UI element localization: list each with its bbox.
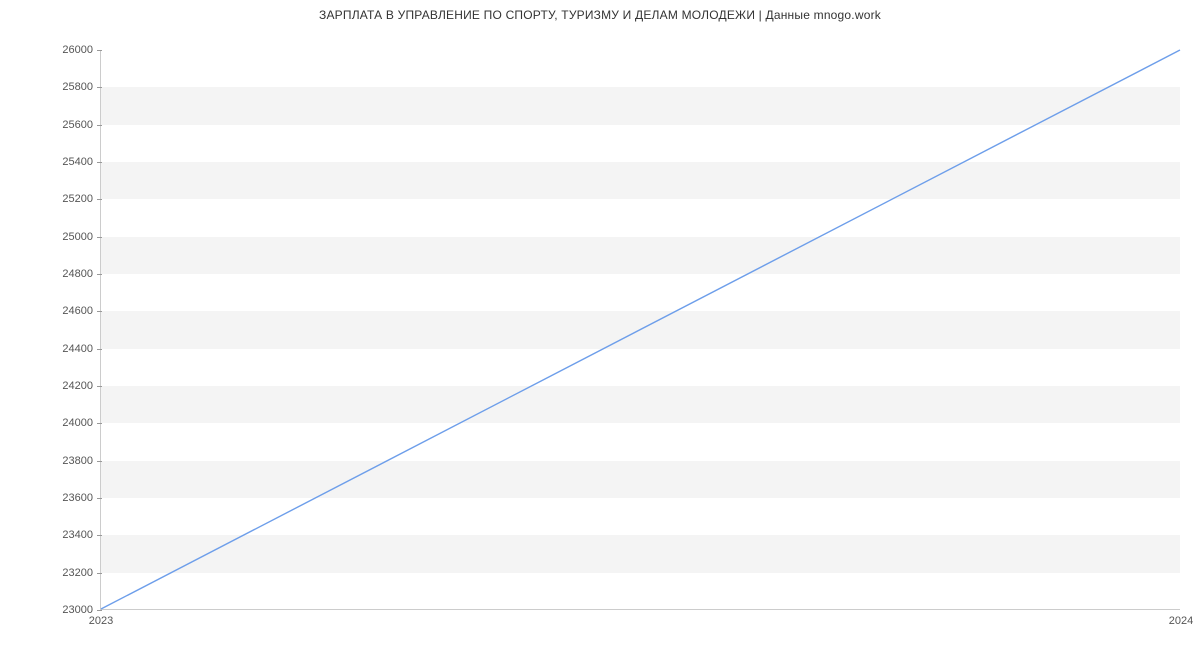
y-tick-label: 25400 xyxy=(62,156,101,168)
y-tick-label: 26000 xyxy=(62,44,101,56)
chart-container: ЗАРПЛАТА В УПРАВЛЕНИЕ ПО СПОРТУ, ТУРИЗМУ… xyxy=(0,0,1200,650)
line-layer xyxy=(101,50,1180,609)
y-tick-label: 23600 xyxy=(62,492,101,504)
y-tick-label: 24800 xyxy=(62,268,101,280)
y-tick-label: 25600 xyxy=(62,119,101,131)
y-tick-label: 24400 xyxy=(62,343,101,355)
y-tick-label: 23800 xyxy=(62,455,101,467)
chart-title: ЗАРПЛАТА В УПРАВЛЕНИЕ ПО СПОРТУ, ТУРИЗМУ… xyxy=(0,8,1200,22)
plot-area: 2300023200234002360023800240002420024400… xyxy=(100,50,1180,610)
x-tick-label: 2023 xyxy=(89,609,113,627)
x-tick-label: 2024 xyxy=(1169,609,1193,627)
y-tick-label: 24600 xyxy=(62,305,101,317)
series-line xyxy=(101,50,1180,609)
y-tick-label: 24000 xyxy=(62,417,101,429)
y-tick-label: 23200 xyxy=(62,567,101,579)
y-tick-label: 25800 xyxy=(62,81,101,93)
y-tick-label: 23400 xyxy=(62,529,101,541)
plot-inner: 2300023200234002360023800240002420024400… xyxy=(100,50,1180,610)
y-tick-label: 24200 xyxy=(62,380,101,392)
y-tick-label: 25000 xyxy=(62,231,101,243)
y-tick-label: 25200 xyxy=(62,193,101,205)
